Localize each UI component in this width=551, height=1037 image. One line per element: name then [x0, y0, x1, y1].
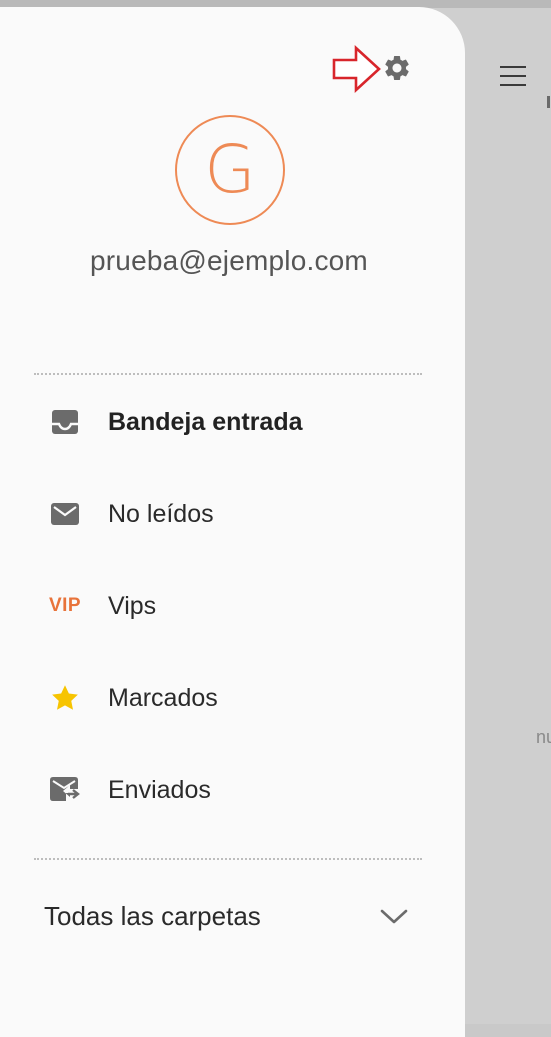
avatar[interactable]: G: [175, 115, 285, 225]
gear-icon: [385, 55, 409, 80]
chevron-down-icon: [380, 909, 408, 924]
menu-label-unread: No leídos: [108, 499, 214, 528]
divider-bottom: [34, 858, 422, 860]
avatar-letter: G: [204, 131, 256, 208]
menu-item-inbox[interactable]: Bandeja entrada: [0, 390, 458, 454]
vip-icon: VIP: [48, 595, 82, 616]
menu-item-unread[interactable]: No leídos: [0, 482, 458, 546]
background-partial-text: nu: [536, 727, 551, 747]
account-email: prueba@ejemplo.com: [90, 245, 368, 276]
sent-mail-icon: [48, 773, 82, 807]
annotation-arrow-icon: [332, 45, 381, 93]
hamburger-menu-icon[interactable]: [500, 66, 526, 92]
envelope-icon: [48, 497, 82, 531]
settings-button[interactable]: [379, 50, 415, 86]
menu-item-sent[interactable]: Enviados: [0, 758, 458, 822]
menu-item-vips[interactable]: VIP Vips: [0, 574, 458, 638]
all-folders-label: Todas las carpetas: [44, 901, 261, 931]
inbox-icon: [48, 405, 82, 439]
background-fragment: [547, 96, 550, 108]
navigation-drawer: G prueba@ejemplo.com Bandeja entrada No …: [0, 7, 465, 1037]
menu-item-starred[interactable]: Marcados: [0, 666, 458, 730]
menu-label-starred: Marcados: [108, 683, 218, 712]
all-folders-toggle[interactable]: Todas las carpetas: [0, 887, 458, 947]
menu-label-sent: Enviados: [108, 775, 211, 804]
menu-label-vips: Vips: [108, 591, 157, 620]
star-icon: [48, 681, 82, 715]
divider-top: [34, 373, 422, 375]
menu-label-inbox: Bandeja entrada: [108, 407, 303, 436]
